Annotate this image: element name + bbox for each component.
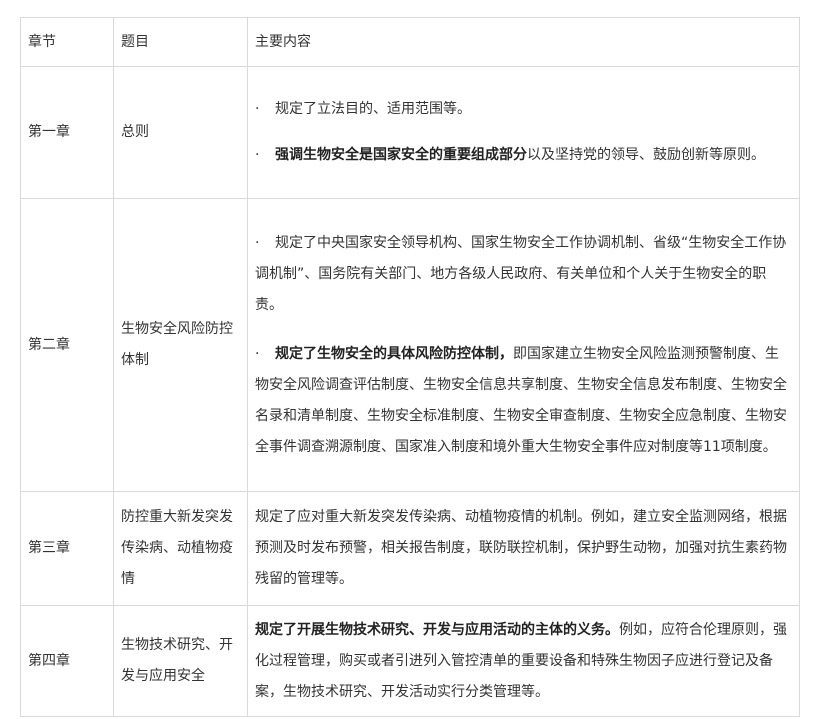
header-chapter: 章节 (20, 17, 114, 67)
content-item: · 规定了生物安全的具体风险防控体制，即国家建立生物安全风险监测预警制度、生物安全… (255, 339, 792, 463)
header-content: 主要内容 (247, 17, 800, 67)
bullet-icon: · (255, 234, 260, 251)
item-text: 规定了中央国家安全领导机构、国家生物安全工作协调机制、省级“生物安全工作协调机制… (255, 234, 787, 313)
topic-cell: 防控重大新发突发传染病、动植物疫情 (113, 491, 248, 606)
table-row: 第四章 生物技术研究、开发与应用安全 规定了开展生物技术研究、开发与应用活动的主… (20, 605, 800, 717)
content-cell: 规定了应对重大新发突发传染病、动植物疫情的机制。例如，建立安全监测网络，根据预测… (247, 491, 800, 606)
bullet-icon: · (255, 101, 260, 117)
content-item: · 规定了立法目的、适用范围等。 (255, 94, 792, 125)
table-header-row: 章节 题目 主要内容 (20, 17, 800, 67)
law-chapters-table: 章节 题目 主要内容 第一章 总则 · 规定了立法目的、适用范围等。 · 强调生物安… (20, 17, 800, 717)
item-text: 以及坚持党的领导、鼓励创新等原则。 (527, 147, 765, 163)
item-text: 规定了立法目的、适用范围等。 (275, 101, 471, 117)
content-text: 规定了应对重大新发突发传染病、动植物疫情的机制。例如，建立安全监测网络，根据预测… (255, 509, 787, 587)
topic-cell: 生物技术研究、开发与应用安全 (113, 605, 248, 717)
item-bold-text: 规定了开展生物技术研究、开发与应用活动的主体的义务。 (255, 621, 619, 638)
header-topic: 题目 (113, 17, 248, 67)
table-row: 第三章 防控重大新发突发传染病、动植物疫情 规定了应对重大新发突发传染病、动植物… (20, 491, 800, 606)
table-row: 第二章 生物安全风险防控体制 · 规定了中央国家安全领导机构、国家生物安全工作协调… (20, 198, 800, 492)
item-bold-text: 强调生物安全是国家安全的重要组成部分 (275, 147, 527, 163)
chapter-cell: 第二章 (20, 198, 114, 492)
chapter-cell: 第三章 (20, 491, 114, 606)
topic-cell: 生物安全风险防控体制 (113, 198, 248, 492)
content-item: 规定了开展生物技术研究、开发与应用活动的主体的义务。例如，应符合伦理原则，强化过… (255, 615, 792, 708)
chapter-cell: 第一章 (20, 66, 114, 199)
content-cell: 规定了开展生物技术研究、开发与应用活动的主体的义务。例如，应符合伦理原则，强化过… (247, 605, 800, 717)
chapter-cell: 第四章 (20, 605, 114, 717)
content-cell: · 规定了立法目的、适用范围等。 · 强调生物安全是国家安全的重要组成部分以及坚持党… (247, 66, 800, 199)
content-cell: · 规定了中央国家安全领导机构、国家生物安全工作协调机制、省级“生物安全工作协调机… (247, 198, 800, 492)
bullet-icon: · (255, 147, 260, 163)
content-item: · 强调生物安全是国家安全的重要组成部分以及坚持党的领导、鼓励创新等原则。 (255, 140, 792, 171)
item-bold-text: 规定了生物安全的具体风险防控体制， (275, 345, 513, 362)
table-row: 第一章 总则 · 规定了立法目的、适用范围等。 · 强调生物安全是国家安全的重要组成… (20, 66, 800, 199)
content-item: · 规定了中央国家安全领导机构、国家生物安全工作协调机制、省级“生物安全工作协调机… (255, 228, 792, 321)
topic-cell: 总则 (113, 66, 248, 199)
bullet-icon: · (255, 345, 260, 362)
